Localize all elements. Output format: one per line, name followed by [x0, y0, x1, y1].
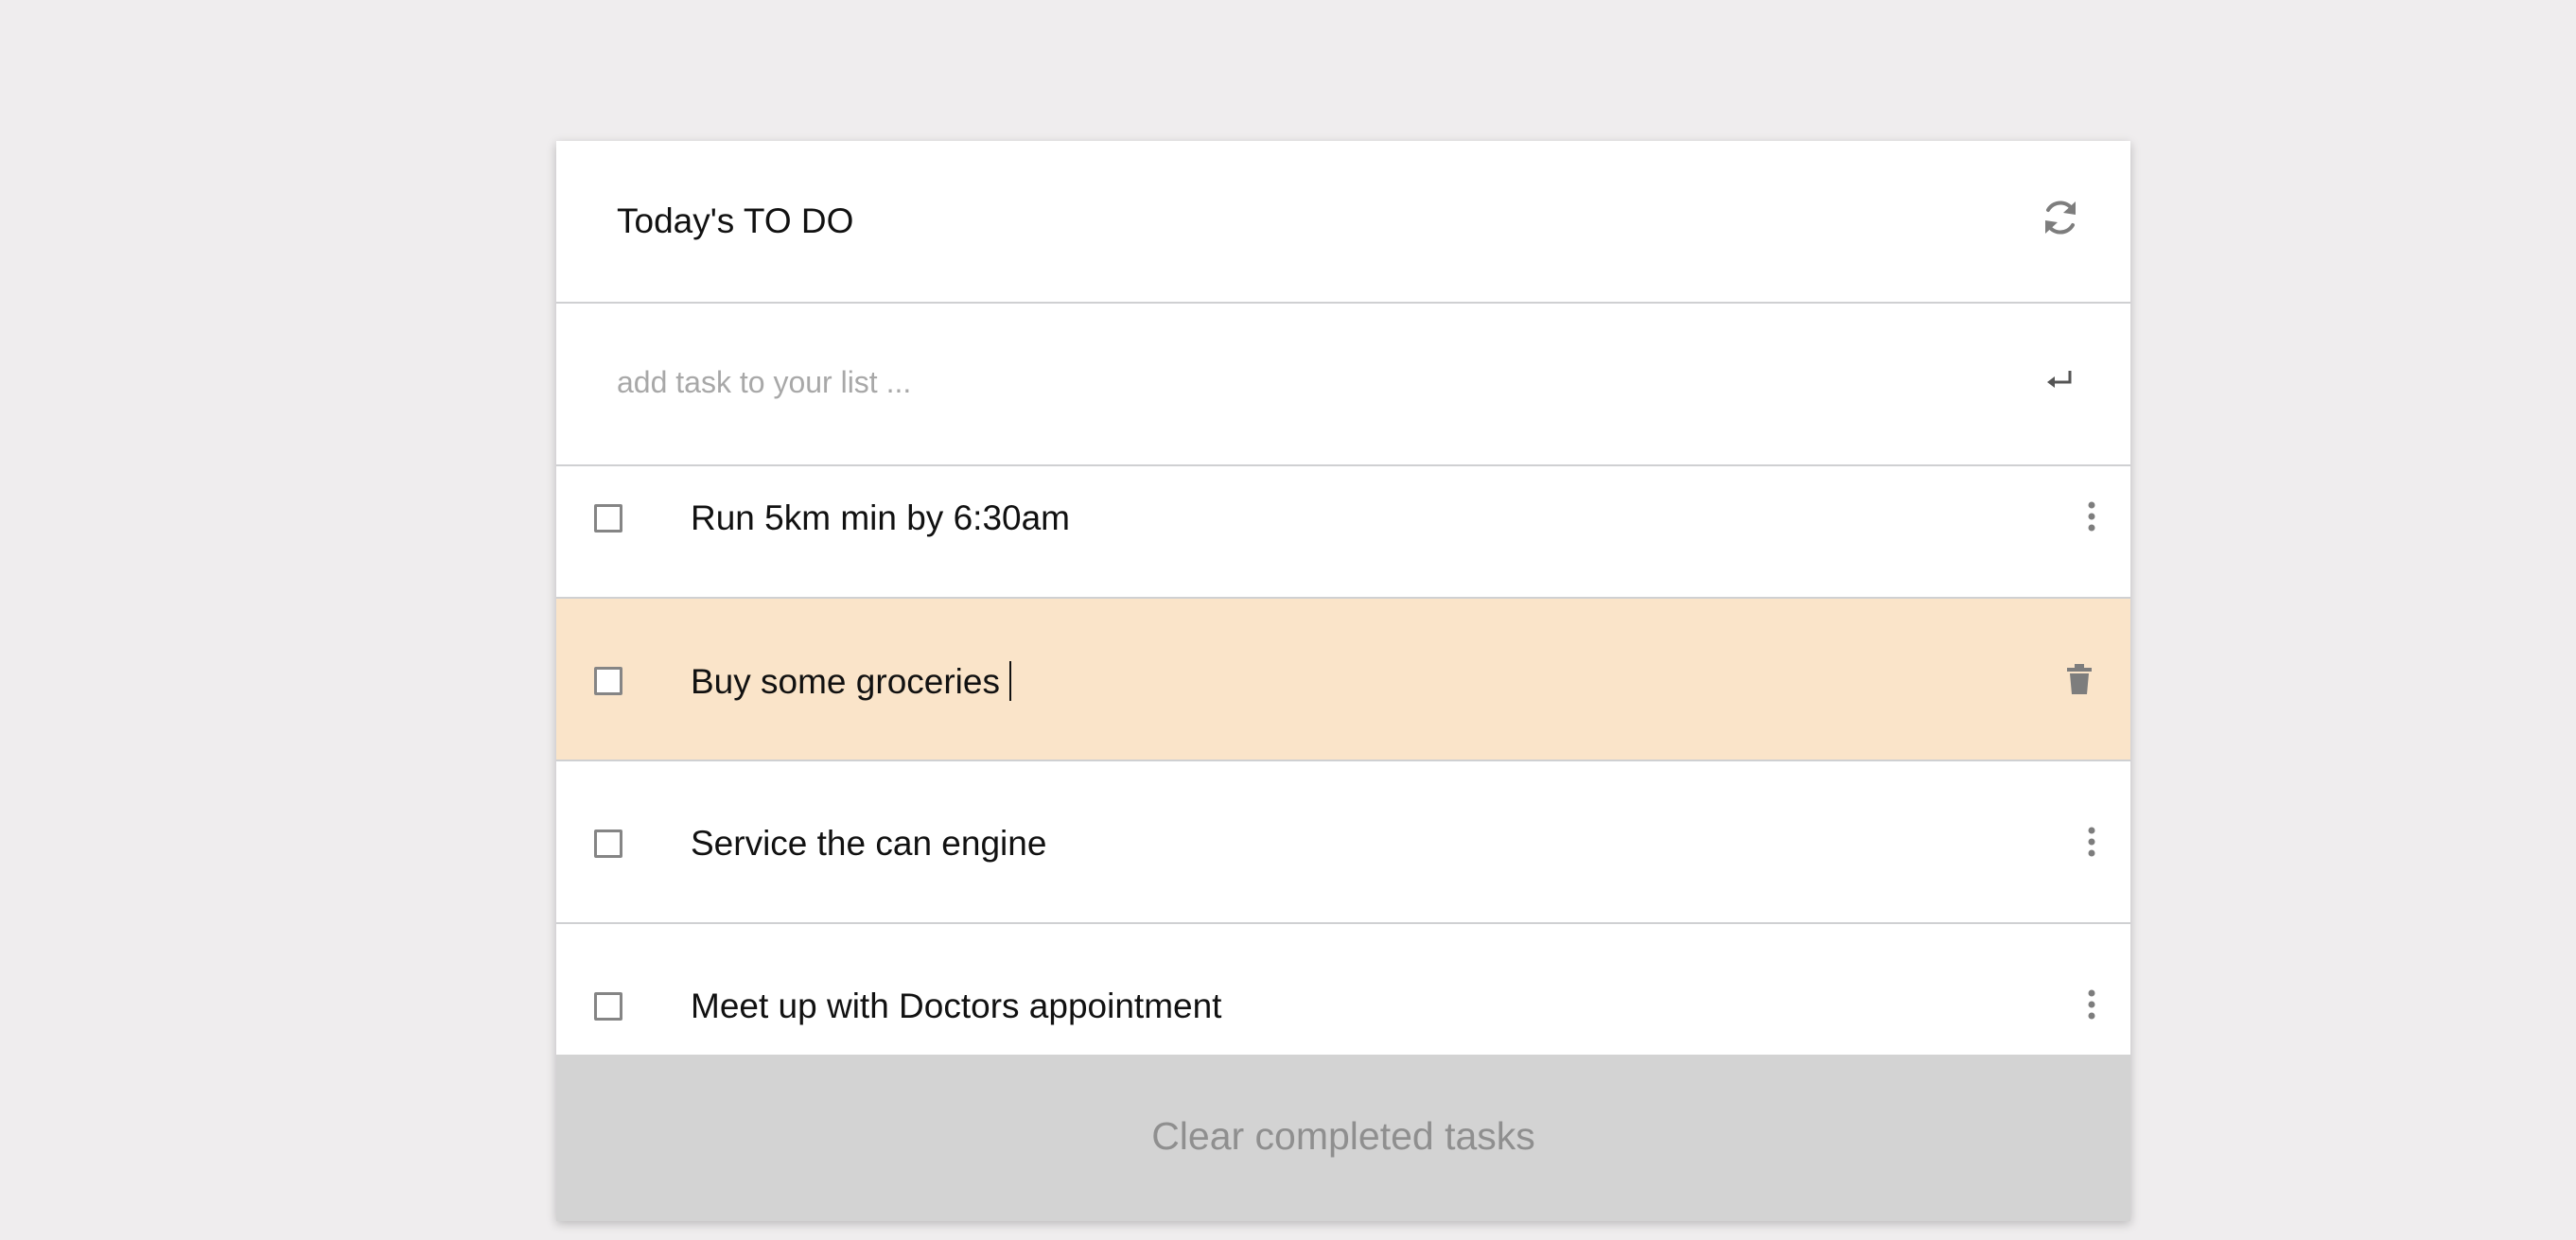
task-checkbox[interactable] — [594, 667, 622, 695]
refresh-icon[interactable] — [2040, 197, 2081, 238]
more-vertical-icon[interactable] — [2087, 989, 2096, 1020]
task-checkbox[interactable] — [594, 992, 622, 1021]
task-text: Buy some groceries — [691, 662, 1000, 701]
page-title: Today's TO DO — [617, 201, 854, 240]
task-checkbox[interactable] — [594, 504, 622, 533]
task-checkbox[interactable] — [594, 830, 622, 858]
task-item-3[interactable]: Service the can engine — [556, 761, 2130, 924]
clear-completed-label: Clear completed tasks — [1151, 1114, 1535, 1158]
text-caret — [1008, 661, 1011, 701]
task-text: Service the can engine — [691, 824, 1047, 863]
task-item-2[interactable]: Buy some groceries — [556, 599, 2130, 761]
task-text-editing[interactable]: Buy some groceries — [691, 661, 1011, 702]
add-task-input[interactable] — [617, 358, 1979, 406]
task-text: Meet up with Doctors appointment — [691, 987, 1222, 1025]
todo-card: Today's TO DO Run 5km min by 6:30am — [556, 141, 2130, 1221]
task-item-1[interactable]: Run 5km min by 6:30am — [556, 466, 2130, 599]
trash-icon[interactable] — [2066, 664, 2093, 694]
clear-completed-button[interactable]: Clear completed tasks — [556, 1055, 2130, 1221]
todo-header: Today's TO DO — [556, 141, 2130, 304]
add-task-row — [556, 304, 2130, 466]
task-text: Run 5km min by 6:30am — [691, 498, 1071, 537]
enter-return-icon[interactable] — [2045, 368, 2074, 393]
more-vertical-icon[interactable] — [2087, 501, 2096, 532]
more-vertical-icon[interactable] — [2087, 827, 2096, 857]
